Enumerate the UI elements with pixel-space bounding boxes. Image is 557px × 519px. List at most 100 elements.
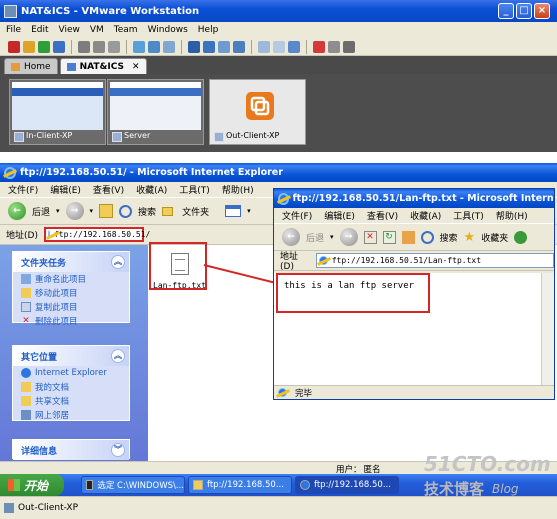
search-button[interactable]: 搜索 [138,205,156,218]
taskbar-item-ftp-file[interactable]: ftp://192.168.50... [295,476,399,494]
menu-vm[interactable]: VM [90,25,104,35]
maximize-button[interactable]: □ [516,3,532,19]
minimize-button[interactable]: _ [498,3,514,19]
up-folder-icon[interactable] [99,204,114,218]
favorites-star-icon[interactable]: ★ [464,230,476,245]
snapshot-icon[interactable] [78,40,90,53]
tabs-toggle-icon[interactable] [233,40,245,53]
forward-arrow-icon[interactable]: → [65,202,84,220]
favorites-button[interactable]: 收藏夹 [481,231,508,244]
back-arrow-icon[interactable]: ← [8,202,26,220]
text-viewer-address-bar: 地址(D) ftp://192.168.50.51/Lan-ftp.txt [274,251,554,272]
console-view-icon[interactable] [188,40,200,53]
stop-icon[interactable]: ✕ [363,230,377,244]
status-text: 完毕 [295,388,313,399]
tab-close-icon[interactable]: ✕ [132,62,140,72]
file-content: this is a lan ftp server [284,281,415,291]
vm-thumbnail-out-client-xp[interactable]: Out-Client-XP [209,79,306,145]
menu-file[interactable]: File [6,25,21,35]
folders-button[interactable]: 文件夹 [182,205,209,218]
place-internet-explorer[interactable]: Internet Explorer [13,366,129,380]
task-delete[interactable]: ✕ 删除此项目 [13,314,129,328]
folder-tasks-header[interactable]: 文件夹任务 ︽ [13,252,129,272]
summary-view-icon[interactable] [163,40,175,53]
menu-view[interactable]: View [59,25,80,35]
menu-file[interactable]: 文件(F) [282,209,312,222]
view-mode-icon[interactable] [258,40,270,53]
forward-arrow-icon[interactable]: → [339,228,358,246]
menu-view[interactable]: 查看(V) [93,183,124,196]
menu-favorites[interactable]: 收藏(A) [136,183,167,196]
search-icon[interactable] [119,204,133,218]
suspend-icon[interactable] [23,40,35,53]
details-header[interactable]: 详细信息 ︾ [13,440,129,460]
folders-icon[interactable] [162,206,174,216]
views-dropdown-icon[interactable]: ▾ [247,207,251,215]
console-mode-icon[interactable] [288,40,300,53]
sidebar-toggle-icon[interactable] [218,40,230,53]
home-icon[interactable] [401,230,415,244]
vm-thumbnail-server[interactable]: Server [107,79,204,145]
address-input[interactable]: ftp://192.168.50.51/ [43,227,150,242]
power-off-icon[interactable] [8,40,20,53]
menu-windows[interactable]: Windows [148,25,188,35]
back-dropdown-icon[interactable]: ▾ [56,207,60,215]
back-dropdown-icon[interactable]: ▾ [330,233,334,241]
forward-dropdown-icon[interactable]: ▾ [90,207,94,215]
collapse-icon[interactable]: ︽ [111,349,125,363]
power-on-icon[interactable] [38,40,50,53]
other-places-header[interactable]: 其它位置 ︽ [13,346,129,366]
menu-edit[interactable]: Edit [31,25,48,35]
quick-switch-icon[interactable] [148,40,160,53]
menu-help[interactable]: 帮助(H) [496,209,528,222]
thumbnail-view-icon[interactable] [203,40,215,53]
task-move[interactable]: 移动此项目 [13,286,129,300]
close-button[interactable]: × [534,3,550,19]
menu-favorites[interactable]: 收藏(A) [410,209,441,222]
back-button[interactable]: 后退 [306,231,324,244]
refresh-icon[interactable]: ↻ [382,230,396,244]
tab-nat-ics[interactable]: NAT&ICS ✕ [59,58,147,74]
menu-view[interactable]: 查看(V) [367,209,398,222]
tab-home[interactable]: Home [4,58,58,74]
team-settings-icon[interactable] [328,40,340,53]
expand-icon[interactable]: ︾ [111,443,125,457]
vm-thumbnail-in-client-xp[interactable]: In-Client-XP [9,79,106,145]
task-rename[interactable]: 重命名此项目 [13,272,129,286]
address-input[interactable]: ftp://192.168.50.51/Lan-ftp.txt [315,253,554,268]
snapshot-manager-icon[interactable] [108,40,120,53]
menu-edit[interactable]: 编辑(E) [324,209,355,222]
menu-team[interactable]: Team [114,25,138,35]
menu-tools[interactable]: 工具(T) [179,183,210,196]
tab-home-label: Home [24,61,51,72]
watermark-site: 51CTO.com [424,452,551,476]
reset-icon[interactable] [53,40,65,53]
taskbar-item-cmd[interactable]: 选定 C:\WINDOWS\... [81,476,185,494]
menu-file[interactable]: 文件(F) [8,183,38,196]
search-icon[interactable] [420,230,434,244]
collapse-icon[interactable]: ︽ [111,255,125,269]
folder-icon [193,480,203,490]
place-my-documents[interactable]: 我的文档 [13,380,129,394]
team-icon[interactable] [313,40,325,53]
menu-help[interactable]: Help [198,25,219,35]
back-arrow-icon[interactable]: ← [282,228,300,246]
revert-snapshot-icon[interactable] [93,40,105,53]
place-network[interactable]: 网上邻居 [13,408,129,422]
full-screen-icon[interactable] [133,40,145,53]
preferences-icon[interactable] [343,40,355,53]
menu-tools[interactable]: 工具(T) [453,209,484,222]
vertical-scrollbar[interactable] [541,273,554,386]
place-shared-documents[interactable]: 共享文档 [13,394,129,408]
media-icon[interactable] [514,230,528,244]
menu-edit[interactable]: 编辑(E) [50,183,81,196]
back-button[interactable]: 后退 [32,205,50,218]
views-icon[interactable] [225,205,242,217]
page-icon [47,230,50,239]
start-button[interactable]: 开始 [0,474,64,496]
taskbar-item-ftp-folder[interactable]: ftp://192.168.50... [188,476,292,494]
search-button[interactable]: 搜索 [440,231,458,244]
window-view-icon[interactable] [273,40,285,53]
task-copy[interactable]: 复制此项目 [13,300,129,314]
menu-help[interactable]: 帮助(H) [222,183,254,196]
